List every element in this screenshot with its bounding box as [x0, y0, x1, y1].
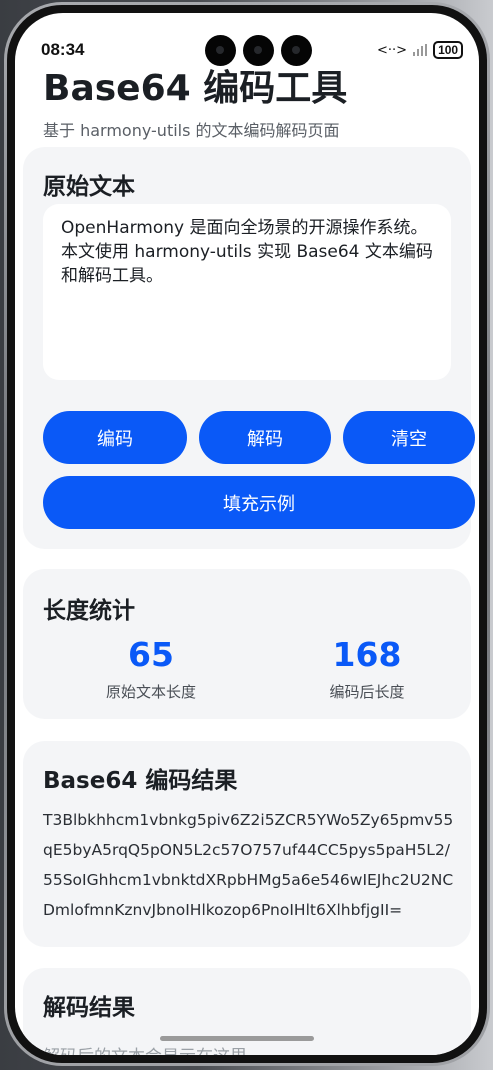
battery-icon: 100 — [433, 41, 464, 59]
phone-bezel: 08:34 <··> 100 Base64 编码工具 基于 harmony-ut… — [7, 5, 487, 1063]
status-bar: 08:34 <··> 100 — [15, 13, 479, 66]
stats-heading: 长度统计 — [43, 598, 135, 624]
status-icons: <··> 100 — [377, 41, 464, 59]
decode-result-placeholder: 解码后的文本会显示在这里 — [43, 1042, 247, 1055]
original-length-label: 原始文本长度 — [105, 683, 196, 701]
phone-frame: 08:34 <··> 100 Base64 编码工具 基于 harmony-ut… — [4, 2, 490, 1066]
stats-card: 长度统计 65 原始文本长度 168 编码后长度 — [23, 569, 471, 719]
page-content[interactable]: Base64 编码工具 基于 harmony-utils 的文本编码解码页面 原… — [15, 13, 479, 1055]
input-heading: 原始文本 — [43, 174, 135, 200]
encoded-length-value: 168 — [332, 635, 402, 674]
camera-lens — [281, 35, 312, 66]
status-time: 08:34 — [41, 40, 85, 59]
original-text-input[interactable]: OpenHarmony 是面向全场景的开源操作系统。本文使用 harmony-u… — [43, 204, 451, 380]
encode-result-heading: Base64 编码结果 — [43, 768, 238, 794]
camera-cutout — [205, 35, 312, 66]
data-transfer-icon: <··> — [377, 42, 408, 58]
input-card: 原始文本 OpenHarmony 是面向全场景的开源操作系统。本文使用 harm… — [23, 147, 475, 549]
encode-result-text[interactable]: T3Blbkhhcm1vbnkg5piv6Z2i5ZCR5YWo5Zy65pmv… — [43, 805, 455, 925]
decode-result-card: 解码结果 解码后的文本会显示在这里 — [23, 968, 471, 1055]
encode-result-card: Base64 编码结果 T3Blbkhhcm1vbnkg5piv6Z2i5ZCR… — [23, 741, 471, 947]
signal-icon — [413, 44, 428, 56]
decode-button[interactable]: 解码 — [199, 411, 331, 464]
page-title: Base64 编码工具 — [43, 68, 348, 109]
camera-lens — [205, 35, 236, 66]
encoded-length-label: 编码后长度 — [329, 683, 405, 701]
page-subtitle: 基于 harmony-utils 的文本编码解码页面 — [43, 121, 340, 140]
home-indicator[interactable] — [160, 1036, 314, 1041]
fill-example-button[interactable]: 填充示例 — [43, 476, 475, 529]
decode-result-heading: 解码结果 — [43, 995, 135, 1021]
encode-button[interactable]: 编码 — [43, 411, 187, 464]
camera-lens — [243, 35, 274, 66]
phone-screen: 08:34 <··> 100 Base64 编码工具 基于 harmony-ut… — [15, 13, 479, 1055]
original-length-value: 65 — [128, 635, 174, 674]
clear-button[interactable]: 清空 — [343, 411, 475, 464]
